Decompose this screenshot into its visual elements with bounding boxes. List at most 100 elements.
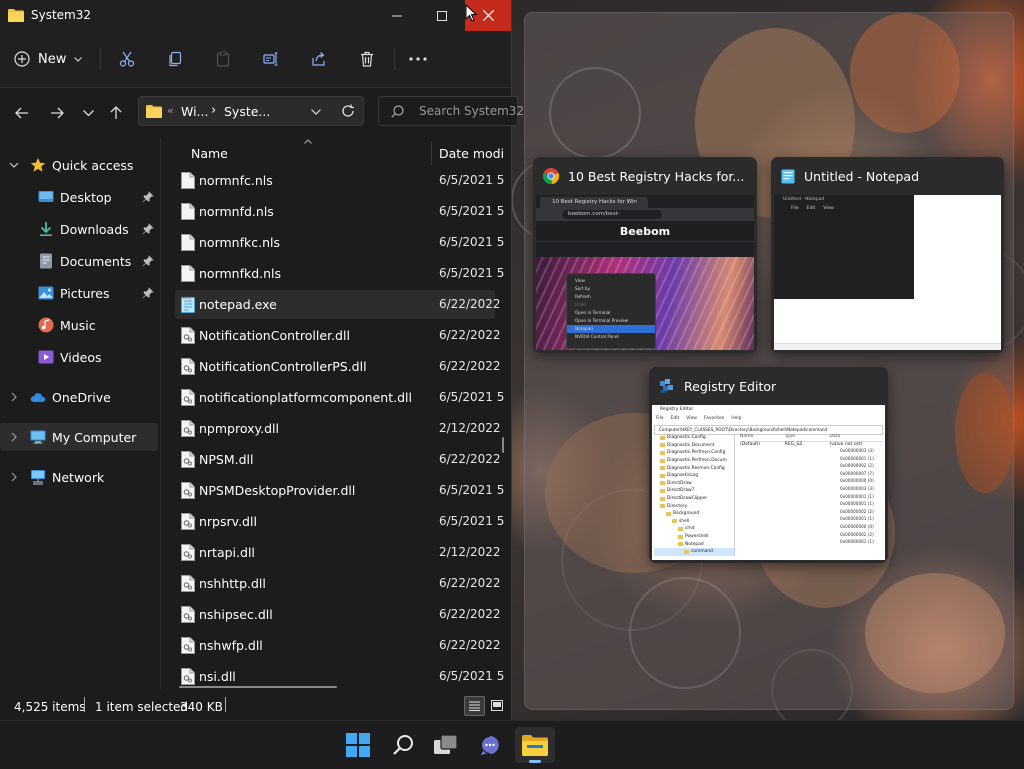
column-name[interactable]: Name: [191, 146, 228, 161]
file-date-modified: 6/5/2021 5: [439, 669, 505, 683]
file-name: nsi.dll: [199, 669, 236, 684]
dll-file-icon: [181, 606, 195, 623]
registry-value-data: 0x00000002 (2): [840, 531, 874, 537]
search-button[interactable]: [383, 727, 423, 763]
column-divider[interactable]: [431, 141, 432, 165]
registry-tree-label: DirectDraw: [667, 480, 692, 486]
file-row[interactable]: nshipsec.dll 6/22/2022: [175, 600, 501, 629]
registry-column-header: Name: [740, 434, 754, 439]
star-icon: [30, 157, 46, 172]
address-bar[interactable]: « Wi... › Syste...: [138, 96, 364, 126]
file-row[interactable]: normnfc.nls 6/5/2021 5: [175, 166, 504, 195]
chevron-down-icon[interactable]: [311, 109, 321, 115]
more-options-button[interactable]: [404, 44, 432, 74]
recent-locations-button[interactable]: [76, 101, 100, 125]
registry-tree-label: Diagnostic.Config: [667, 435, 706, 441]
registry-tree-item: Diagnostic.Document: [654, 442, 734, 450]
task-view-button[interactable]: [426, 727, 466, 763]
file-row[interactable]: nrtapi.dll 2/12/2022: [175, 538, 501, 567]
horizontal-scrollbar-thumb[interactable]: [179, 686, 337, 688]
up-button[interactable]: [104, 101, 128, 125]
nav-my-computer[interactable]: My Computer: [0, 423, 158, 451]
windows-logo-icon: [346, 733, 370, 757]
back-button[interactable]: [10, 101, 34, 125]
nav-pictures[interactable]: Pictures: [0, 279, 158, 307]
delete-button[interactable]: [353, 44, 381, 74]
file-row[interactable]: NPSMDesktopProvider.dll 6/5/2021 5: [175, 476, 504, 505]
pin-icon[interactable]: [142, 223, 154, 235]
file-explorer-taskbar-button[interactable]: [515, 727, 555, 763]
file-date-modified: 6/22/2022: [439, 452, 501, 466]
pin-icon[interactable]: [142, 191, 154, 203]
nav-music-label: Music: [60, 318, 96, 333]
file-row[interactable]: NotificationController.dll 6/22/2022: [175, 321, 501, 350]
nav-documents[interactable]: Documents: [0, 247, 158, 275]
chevron-right-icon[interactable]: [8, 471, 20, 483]
registry-menu-item: Help: [731, 416, 742, 421]
title-bar[interactable]: System32: [0, 0, 511, 31]
file-name: normnfkc.nls: [199, 235, 280, 250]
rename-button[interactable]: [257, 44, 285, 74]
share-button[interactable]: [305, 44, 333, 74]
start-button[interactable]: [338, 727, 378, 763]
chevron-right-icon[interactable]: [8, 431, 20, 443]
details-view-button[interactable]: [464, 696, 485, 716]
vertical-scrollbar-thumb[interactable]: [502, 437, 504, 453]
article-image: View Sort by Refresh Undo Open in Terminal Op…: [536, 257, 754, 350]
file-name: nrtapi.dll: [199, 545, 255, 560]
sort-ascending-icon: [304, 139, 312, 144]
nav-videos[interactable]: Videos: [0, 343, 158, 371]
snap-thumbnail-registry-editor[interactable]: Registry Editor Registry Editor File Edit…: [649, 367, 888, 563]
notepad-menu-item: View: [823, 206, 834, 211]
address-overflow[interactable]: «: [167, 104, 174, 117]
pin-icon[interactable]: [142, 287, 154, 299]
chevron-down-icon[interactable]: [8, 159, 20, 171]
pin-icon[interactable]: [142, 255, 154, 267]
address-row: « Wi... › Syste... Search System32: [0, 88, 524, 136]
chevron-right-icon[interactable]: [8, 391, 20, 403]
nav-network[interactable]: Network: [0, 463, 158, 491]
cut-button[interactable]: [113, 44, 141, 74]
snap-thumbnail-notepad[interactable]: Untitled - Notepad Untitled - Notepad Fi…: [771, 157, 1004, 353]
nav-my-computer-label: My Computer: [52, 430, 137, 445]
file-row[interactable]: notificationplatformcomponent.dll 6/5/202…: [175, 383, 504, 412]
nav-music[interactable]: Music: [0, 311, 158, 339]
search-box[interactable]: Search System32: [378, 96, 524, 126]
new-button[interactable]: New: [14, 44, 90, 74]
forward-button[interactable]: [45, 101, 69, 125]
file-row[interactable]: NPSM.dll 6/22/2022: [175, 445, 501, 474]
breadcrumb-windows[interactable]: Wi...: [181, 104, 208, 119]
file-row[interactable]: normnfkd.nls 6/5/2021 5: [175, 259, 504, 288]
paste-button[interactable]: [209, 44, 237, 74]
breadcrumb-system32[interactable]: Syste...: [224, 104, 270, 119]
selected-size: 340 KB: [180, 700, 223, 714]
file-row[interactable]: NotificationControllerPS.dll 6/22/2022: [175, 352, 501, 381]
minimize-button[interactable]: [374, 0, 420, 31]
column-date-modified[interactable]: Date modi: [439, 146, 504, 161]
refresh-icon[interactable]: [341, 104, 355, 118]
nav-downloads[interactable]: Downloads: [0, 215, 158, 243]
file-row[interactable]: notepad.exe 6/22/2022: [175, 290, 501, 319]
snap-assist-zone[interactable]: [524, 12, 1014, 710]
file-row[interactable]: nshwfp.dll 6/22/2022: [175, 631, 501, 660]
teams-chat-button[interactable]: [470, 727, 510, 763]
maximize-button[interactable]: [419, 0, 465, 31]
nav-onedrive[interactable]: OneDrive: [0, 383, 158, 411]
file-row[interactable]: npmproxy.dll 2/12/2022: [175, 414, 501, 443]
registry-tree-item: DiagnosticLog: [654, 472, 734, 480]
notepad-preview: Untitled - Notepad File Edit View: [774, 195, 1001, 350]
registry-tree: Diagnostic.Config Diagnostic.Document Diag…: [654, 434, 735, 556]
nav-quick-access[interactable]: Quick access: [0, 151, 158, 179]
snap-thumbnail-chrome[interactable]: 10 Best Registry Hacks for... 10 Best Re…: [533, 157, 757, 353]
download-icon: [40, 222, 52, 236]
file-row[interactable]: nshhttp.dll 6/22/2022: [175, 569, 501, 598]
registry-value-data: 0x00000000 (0): [840, 523, 874, 529]
file-row[interactable]: normnfd.nls 6/5/2021 5: [175, 197, 504, 226]
copy-button[interactable]: [161, 44, 189, 74]
nav-desktop[interactable]: Desktop: [0, 183, 158, 211]
large-icons-view-button[interactable]: [487, 696, 507, 716]
file-row[interactable]: nrpsrv.dll 6/5/2021 5: [175, 507, 504, 536]
document-icon: [181, 234, 195, 251]
registry-tree-label: Diagnostic.Perfmon.Config: [667, 450, 726, 456]
file-row[interactable]: normnfkc.nls 6/5/2021 5: [175, 228, 504, 257]
